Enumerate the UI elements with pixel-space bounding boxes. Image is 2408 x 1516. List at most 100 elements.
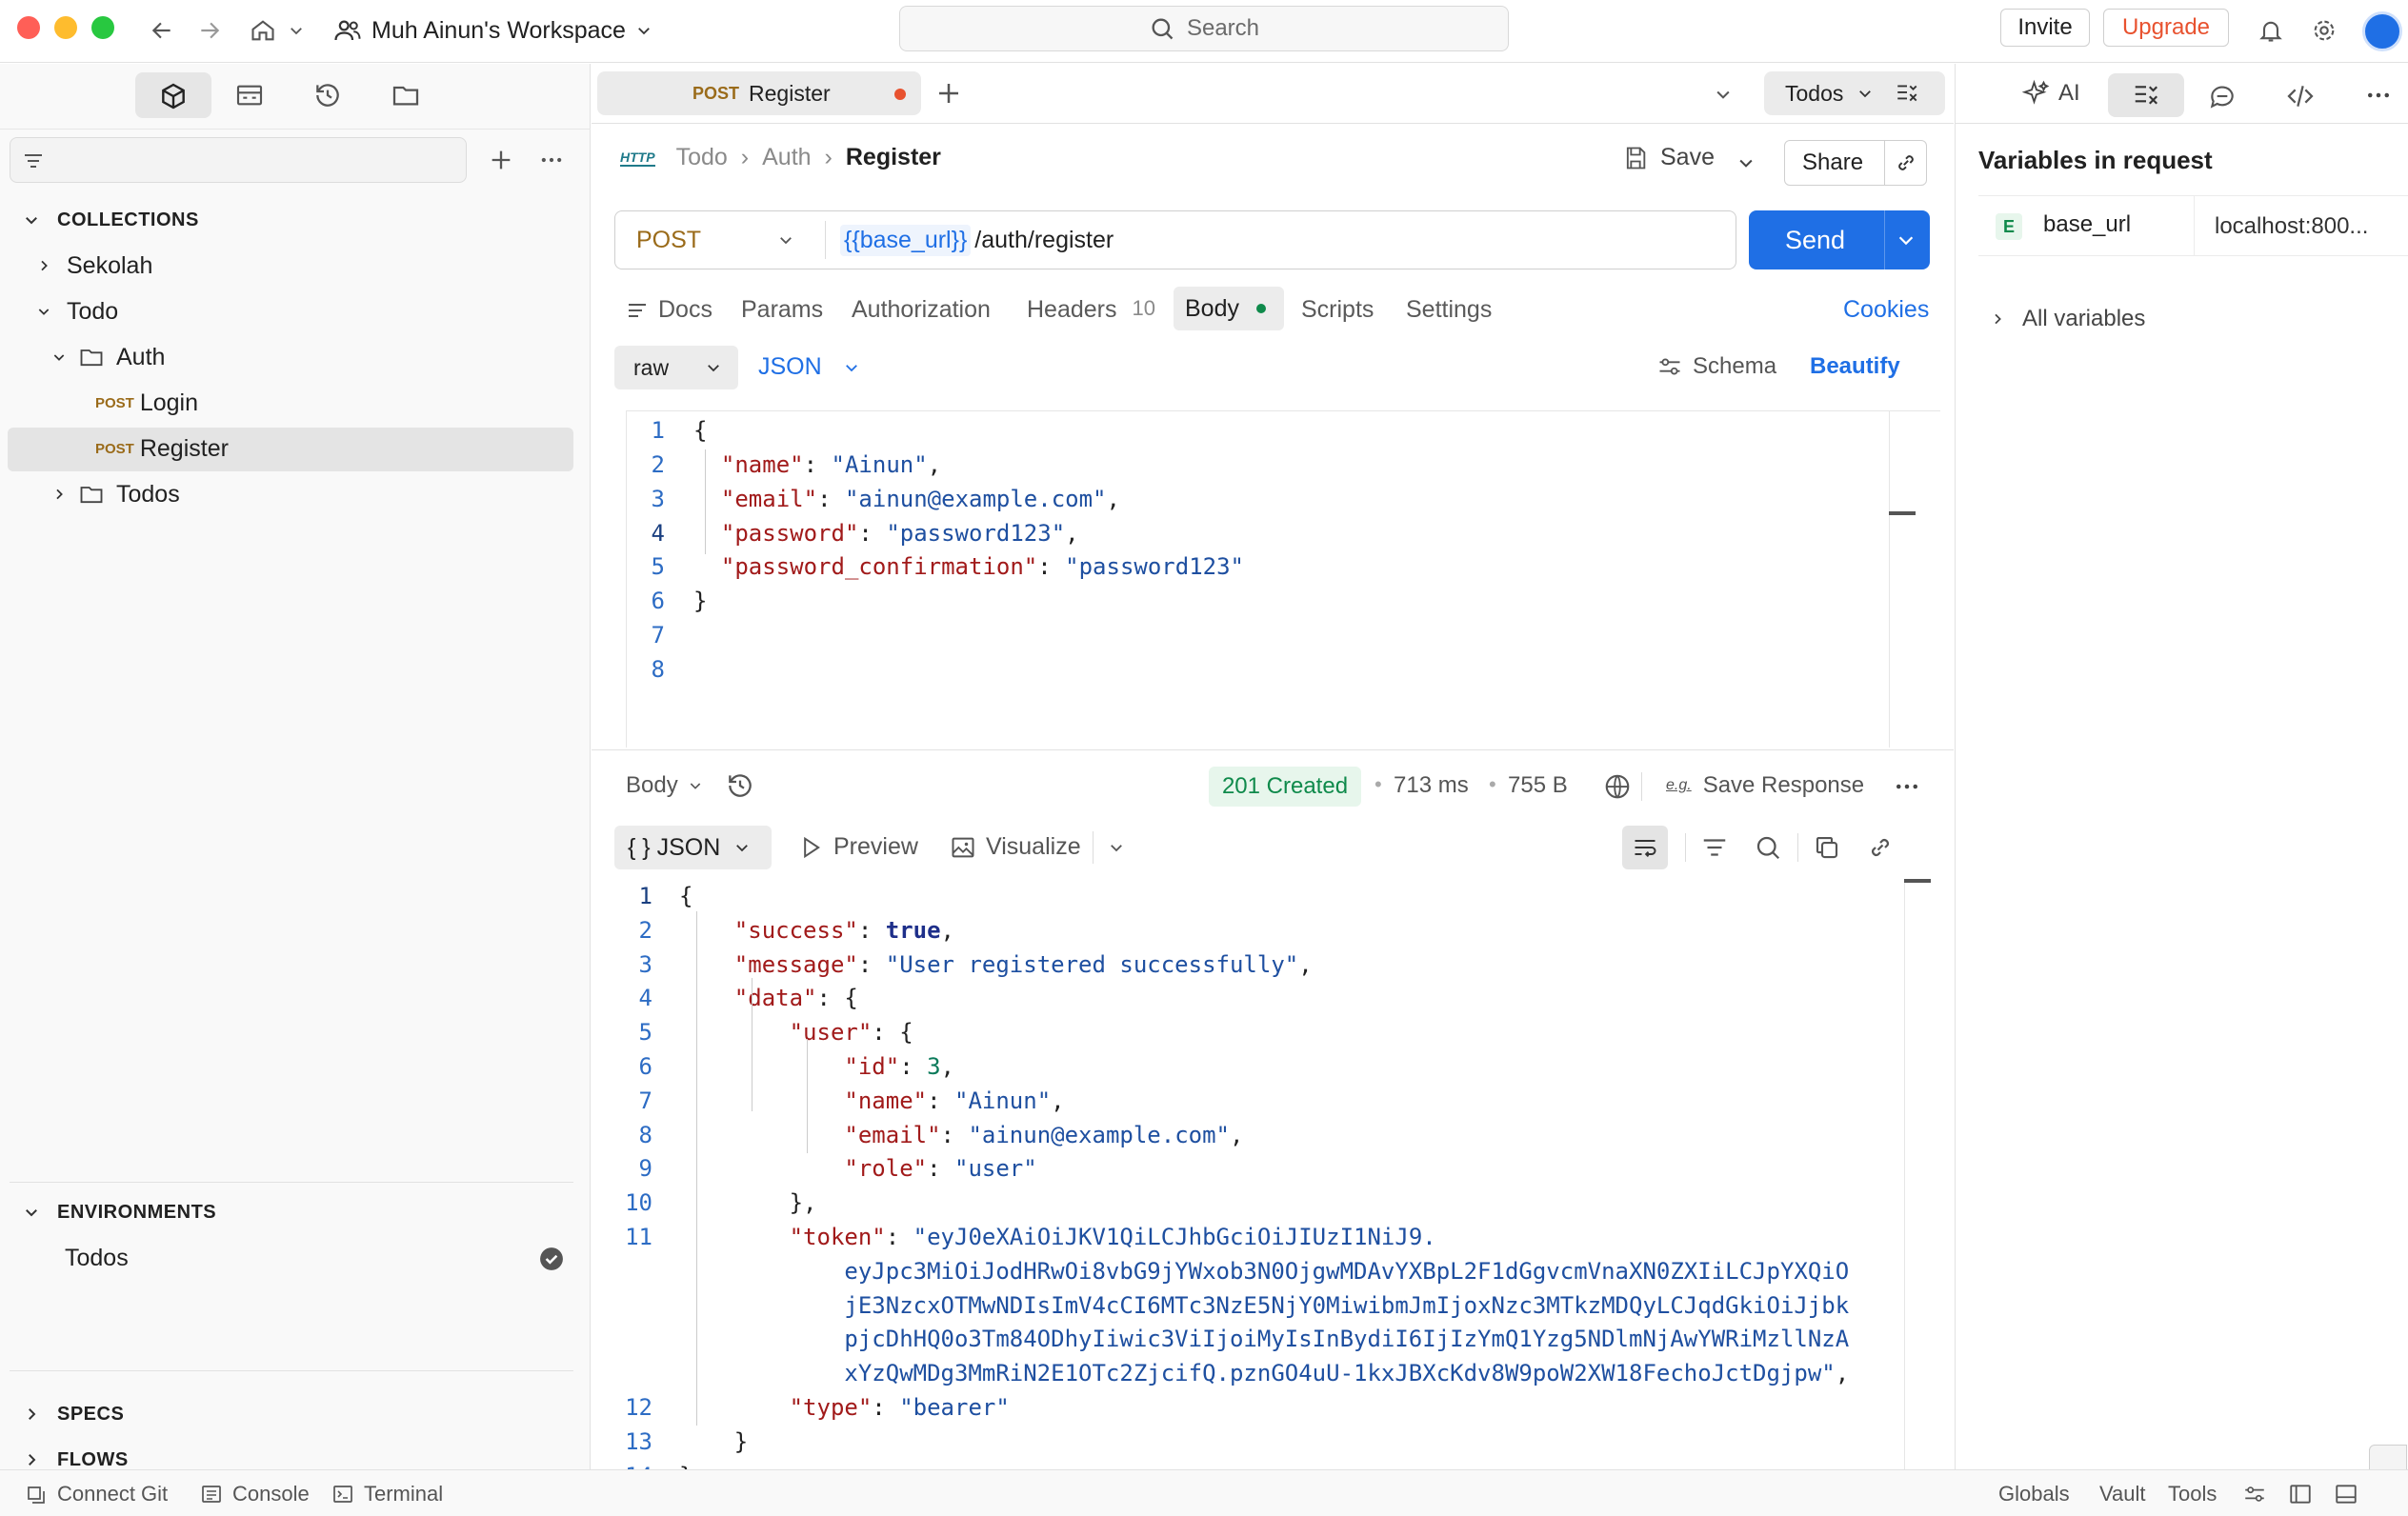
sidebar-item-todos-folder[interactable]: Todos xyxy=(51,471,180,517)
cookies-link[interactable]: Cookies xyxy=(1843,296,1929,324)
folder-tab-icon[interactable] xyxy=(391,80,421,110)
schema-button[interactable]: Schema xyxy=(1656,353,1776,380)
avatar[interactable] xyxy=(2362,11,2402,51)
search-response-icon[interactable] xyxy=(1754,833,1782,862)
comments-icon[interactable] xyxy=(2207,81,2237,111)
save-button[interactable]: Save xyxy=(1622,144,1715,171)
specs-section-header[interactable]: SPECS xyxy=(23,1391,124,1437)
copy-link-icon[interactable] xyxy=(1894,150,1918,175)
editor-scrollbar-thumb[interactable] xyxy=(1889,511,1916,515)
ai-assistant-tab[interactable]: AI xyxy=(2022,79,2080,108)
tab-authorization[interactable]: Authorization xyxy=(852,296,991,324)
preview-button[interactable]: Preview xyxy=(797,833,918,861)
forward-arrow-icon[interactable] xyxy=(192,13,227,48)
breadcrumb-auth[interactable]: Auth xyxy=(762,144,811,171)
environments-section-header[interactable]: ENVIRONMENTS xyxy=(23,1189,216,1235)
response-body-select[interactable]: Body xyxy=(626,772,703,799)
beautify-button[interactable]: Beautify xyxy=(1810,353,1900,380)
connect-git-label: Connect Git xyxy=(57,1482,169,1506)
minimize-window-button[interactable] xyxy=(54,16,77,39)
response-body-viewer[interactable]: 1{2 "success": true, 3 "message": "User r… xyxy=(614,879,1891,1498)
variable-value[interactable]: localhost:800... xyxy=(2215,213,2368,240)
sidebar-item-auth-folder[interactable]: Auth xyxy=(51,334,165,380)
toggle-bottom-pane-icon[interactable] xyxy=(2334,1482,2358,1506)
body-mode-select[interactable]: raw xyxy=(614,346,738,389)
sliders-settings-icon[interactable] xyxy=(2242,1482,2267,1506)
url-input[interactable]: {{base_url}} /auth/register xyxy=(840,211,1114,269)
home-icon[interactable] xyxy=(246,13,280,48)
visualize-chevron-icon[interactable] xyxy=(1108,839,1125,856)
variables-tab[interactable] xyxy=(2108,73,2184,117)
home-chevron-down-icon[interactable] xyxy=(284,13,309,48)
vault-button[interactable]: Vault xyxy=(2099,1482,2146,1506)
sidebar-item-sekolah[interactable]: Sekolah xyxy=(36,243,152,289)
response-link-icon[interactable] xyxy=(1866,833,1895,862)
send-button[interactable]: Send xyxy=(1749,210,1930,269)
status-badge[interactable]: 201 Created xyxy=(1209,767,1361,807)
maximize-window-button[interactable] xyxy=(91,16,114,39)
sidebar-item-login-request[interactable]: POST Login xyxy=(95,380,198,426)
workspace-switcher[interactable]: Muh Ainun's Workspace xyxy=(333,11,652,50)
invite-button[interactable]: Invite xyxy=(2000,9,2090,47)
tabs-overflow-chevron-icon[interactable] xyxy=(1714,85,1733,104)
tab-params[interactable]: Params xyxy=(741,296,823,324)
tab-docs[interactable]: Docs xyxy=(626,296,712,324)
tab-headers[interactable]: Headers 10 xyxy=(1027,296,1155,324)
environment-quicklook-icon[interactable] xyxy=(1895,81,1919,106)
send-options-chevron-icon[interactable] xyxy=(1896,229,1916,250)
add-collection-plus-icon[interactable] xyxy=(488,147,514,173)
console-button[interactable]: Console xyxy=(200,1482,310,1506)
environment-selector[interactable]: Todos xyxy=(1764,71,1945,115)
url-variable[interactable]: {{base_url}} xyxy=(840,224,972,256)
sidebar-more-icon[interactable] xyxy=(537,147,566,173)
globals-button[interactable]: Globals xyxy=(1998,1482,2070,1506)
method-select[interactable]: POST xyxy=(615,211,825,269)
terminal-button[interactable]: Terminal xyxy=(331,1482,443,1506)
global-search[interactable]: Search xyxy=(899,6,1509,51)
tab-settings[interactable]: Settings xyxy=(1406,296,1492,324)
collections-tab[interactable] xyxy=(135,72,211,118)
breadcrumb-todo[interactable]: Todo xyxy=(676,144,728,171)
wrap-lines-button[interactable] xyxy=(1622,826,1668,869)
request-tab[interactable]: POST Register xyxy=(597,71,921,115)
response-format-select[interactable]: { } JSON xyxy=(614,826,772,869)
sidebar-item-todo[interactable]: Todo xyxy=(36,289,118,334)
sidebar-filter-input[interactable] xyxy=(10,137,467,183)
body-language-select[interactable]: JSON xyxy=(758,353,860,381)
response-more-icon[interactable] xyxy=(1891,772,1923,801)
share-button[interactable]: Share xyxy=(1784,140,1927,186)
save-response-button[interactable]: e.g. Save Response xyxy=(1666,772,1864,799)
globe-icon[interactable] xyxy=(1603,772,1632,801)
response-time[interactable]: 713 ms xyxy=(1394,772,1469,799)
back-arrow-icon[interactable] xyxy=(145,13,179,48)
history-icon[interactable] xyxy=(312,80,343,110)
toggle-sidebar-icon[interactable] xyxy=(2288,1482,2313,1506)
settings-gear-icon[interactable] xyxy=(2307,13,2341,48)
tab-body[interactable]: Body xyxy=(1174,287,1284,330)
all-variables-toggle[interactable]: All variables xyxy=(1990,306,2145,332)
environments-tab-icon[interactable] xyxy=(234,80,265,110)
connect-git-button[interactable]: Connect Git xyxy=(25,1482,168,1506)
variable-row-base-url[interactable]: E base_url localhost:800... xyxy=(1978,195,2408,256)
tab-scripts[interactable]: Scripts xyxy=(1301,296,1374,324)
code-snippet-icon[interactable] xyxy=(2285,81,2316,111)
filter-icon[interactable] xyxy=(1700,833,1729,862)
sidebar-item-register-request[interactable]: POST Register xyxy=(95,426,229,471)
upgrade-button[interactable]: Upgrade xyxy=(2103,9,2229,47)
panel-more-icon[interactable] xyxy=(2363,81,2394,110)
new-tab-plus-icon[interactable] xyxy=(934,79,963,108)
bell-icon[interactable] xyxy=(2254,13,2288,48)
collections-section-header[interactable]: COLLECTIONS xyxy=(23,197,199,243)
response-scrollbar-thumb[interactable] xyxy=(1904,879,1931,883)
sidebar-item-environment-todos[interactable]: Todos xyxy=(65,1235,129,1281)
copy-icon[interactable] xyxy=(1813,833,1841,862)
request-body-editor[interactable]: 1 {2 "name": "Ainun", 3 "email": "ainun@ex… xyxy=(626,410,1940,748)
active-check-icon xyxy=(539,1247,564,1271)
save-options-chevron-icon[interactable] xyxy=(1736,153,1756,172)
tools-button[interactable]: Tools xyxy=(2168,1482,2217,1506)
response-size[interactable]: 755 B xyxy=(1508,772,1568,799)
visualize-button[interactable]: Visualize xyxy=(950,833,1081,861)
close-window-button[interactable] xyxy=(17,16,40,39)
response-history-icon[interactable] xyxy=(725,770,755,801)
